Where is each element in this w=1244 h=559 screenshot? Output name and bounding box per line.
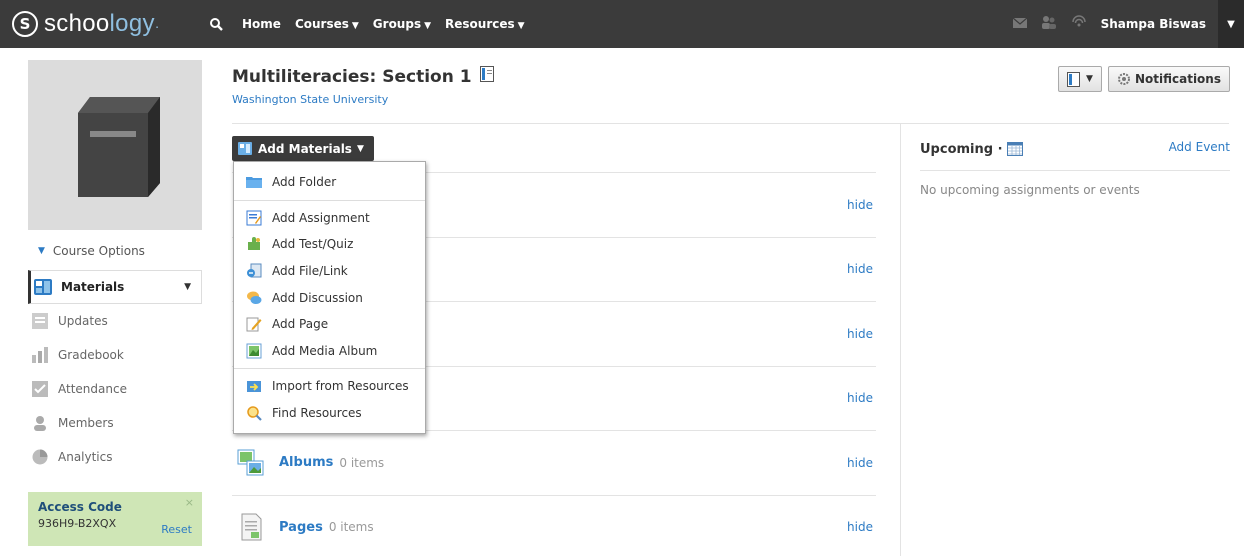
school-link[interactable]: Washington State University xyxy=(232,93,1230,106)
schoology-logo[interactable]: S schoology· xyxy=(0,0,200,48)
gradebook-icon xyxy=(30,346,50,364)
requests-icon[interactable] xyxy=(1041,15,1057,33)
hide-link[interactable]: hide xyxy=(847,198,873,212)
menu-item-add-assignment[interactable]: Add Assignment xyxy=(234,205,425,232)
folder-icon xyxy=(246,174,262,190)
user-menu-dropdown-icon[interactable]: ▼ xyxy=(1218,0,1244,48)
chevron-down-icon: ▼ xyxy=(352,21,359,31)
discussion-icon xyxy=(246,290,262,306)
pages-count: 0 items xyxy=(329,520,374,534)
user-menu-name[interactable]: Shampa Biswas xyxy=(1101,17,1206,31)
menu-item-find-resources[interactable]: Find Resources xyxy=(234,400,425,427)
file-link-icon xyxy=(246,263,262,279)
chevron-down-icon: ▼ xyxy=(424,21,431,31)
menu-item-add-test-quiz[interactable]: Add Test/Quiz xyxy=(234,231,425,258)
column-divider xyxy=(900,124,901,556)
hide-link[interactable]: hide xyxy=(847,327,873,341)
close-icon[interactable]: × xyxy=(185,496,194,509)
pages-link[interactable]: Pages xyxy=(279,520,323,535)
sidebar-item-materials[interactable]: Materials ▼ xyxy=(28,270,202,304)
sidebar-item-analytics[interactable]: Analytics xyxy=(28,440,202,474)
materials-icon xyxy=(33,278,53,296)
materials-icon xyxy=(238,142,252,155)
notifications-icon[interactable] xyxy=(1071,15,1087,33)
search-icon[interactable] xyxy=(204,0,228,48)
albums-link[interactable]: Albums xyxy=(279,455,333,470)
add-event-link[interactable]: Add Event xyxy=(1169,140,1230,154)
logo-mark: S xyxy=(12,11,38,37)
sidebar-item-attendance[interactable]: Attendance xyxy=(28,372,202,406)
import-icon xyxy=(246,378,262,394)
course-picture xyxy=(28,60,202,230)
notebook-icon xyxy=(1067,72,1080,87)
nav-resources[interactable]: Resources▼ xyxy=(445,17,525,31)
menu-item-add-folder[interactable]: Add Folder xyxy=(234,169,425,196)
top-right-tools: Shampa Biswas ▼ xyxy=(1013,0,1244,48)
upcoming-divider xyxy=(920,170,1230,171)
messages-icon[interactable] xyxy=(1013,16,1027,32)
sidebar-item-members[interactable]: Members xyxy=(28,406,202,440)
upcoming-title: Upcoming · xyxy=(920,142,1003,157)
header-buttons: ▼ Notifications xyxy=(1052,66,1230,92)
nav-courses[interactable]: Courses▼ xyxy=(295,17,359,31)
updates-icon xyxy=(30,312,50,330)
members-icon xyxy=(30,414,50,432)
upcoming-empty-message: No upcoming assignments or events xyxy=(920,183,1230,197)
access-code-title: Access Code xyxy=(38,500,192,514)
album-icon xyxy=(237,449,265,477)
list-item-pages: Pages 0 items hide xyxy=(232,495,876,559)
menu-item-add-media-album[interactable]: Add Media Album xyxy=(234,338,425,365)
assignment-icon xyxy=(246,210,262,226)
upcoming-panel: Upcoming · Add Event No upcoming assignm… xyxy=(920,140,1230,197)
course-view-options-button[interactable]: ▼ xyxy=(1058,66,1102,92)
chevron-down-icon: ▼ xyxy=(357,144,364,154)
menu-item-add-page[interactable]: Add Page xyxy=(234,311,425,338)
gear-icon xyxy=(1117,72,1131,86)
book-icon xyxy=(60,85,170,205)
calendar-icon[interactable] xyxy=(1007,142,1023,156)
chevron-down-icon[interactable]: ▼ xyxy=(184,282,191,292)
albums-count: 0 items xyxy=(339,456,384,470)
access-code-reset-link[interactable]: Reset xyxy=(161,523,192,536)
menu-divider xyxy=(234,368,425,369)
puzzle-icon xyxy=(246,236,262,252)
course-header: Multiliteracies: Section 1 Washington St… xyxy=(232,66,1230,106)
notifications-button[interactable]: Notifications xyxy=(1108,66,1230,92)
chevron-down-icon: ▼ xyxy=(1086,74,1093,84)
analytics-icon xyxy=(30,448,50,466)
add-materials-button[interactable]: Add Materials ▼ xyxy=(232,136,374,161)
hide-link[interactable]: hide xyxy=(847,262,873,276)
course-options-toggle[interactable]: ▼ Course Options xyxy=(28,240,202,262)
chevron-down-icon: ▼ xyxy=(518,21,525,31)
hide-link[interactable]: hide xyxy=(847,520,873,534)
media-album-icon xyxy=(246,343,262,359)
menu-item-add-file-link[interactable]: Add File/Link xyxy=(234,258,425,285)
access-code-box: Access Code 936H9-B2XQX Reset × xyxy=(28,492,202,546)
notebook-icon xyxy=(480,66,494,87)
hide-link[interactable]: hide xyxy=(847,456,873,470)
page-edit-icon xyxy=(246,316,262,332)
course-sidebar: ▼ Course Options Materials ▼ Updates Gra… xyxy=(28,60,202,546)
course-nav-menu: Materials ▼ Updates Gradebook Attendance xyxy=(28,270,202,474)
nav-home[interactable]: Home xyxy=(242,17,281,31)
menu-item-add-discussion[interactable]: Add Discussion xyxy=(234,284,425,311)
triangle-down-icon: ▼ xyxy=(38,246,45,256)
top-nav-bar: S schoology· Home Courses▼ Groups▼ Resou… xyxy=(0,0,1244,48)
menu-item-import-from-resources[interactable]: Import from Resources xyxy=(234,373,425,400)
nav-groups[interactable]: Groups▼ xyxy=(373,17,431,31)
magnifier-icon xyxy=(246,405,262,421)
sidebar-item-updates[interactable]: Updates xyxy=(28,304,202,338)
logo-text: schoology· xyxy=(44,10,160,38)
sidebar-item-gradebook[interactable]: Gradebook xyxy=(28,338,202,372)
list-item-albums: Albums 0 items hide xyxy=(232,430,876,495)
add-materials-menu: Add Folder Add Assignment Add Test/Quiz … xyxy=(233,161,426,434)
page-icon xyxy=(237,513,265,541)
attendance-icon xyxy=(30,380,50,398)
hide-link[interactable]: hide xyxy=(847,391,873,405)
upcoming-header: Upcoming · Add Event xyxy=(920,140,1230,158)
menu-divider xyxy=(234,200,425,201)
